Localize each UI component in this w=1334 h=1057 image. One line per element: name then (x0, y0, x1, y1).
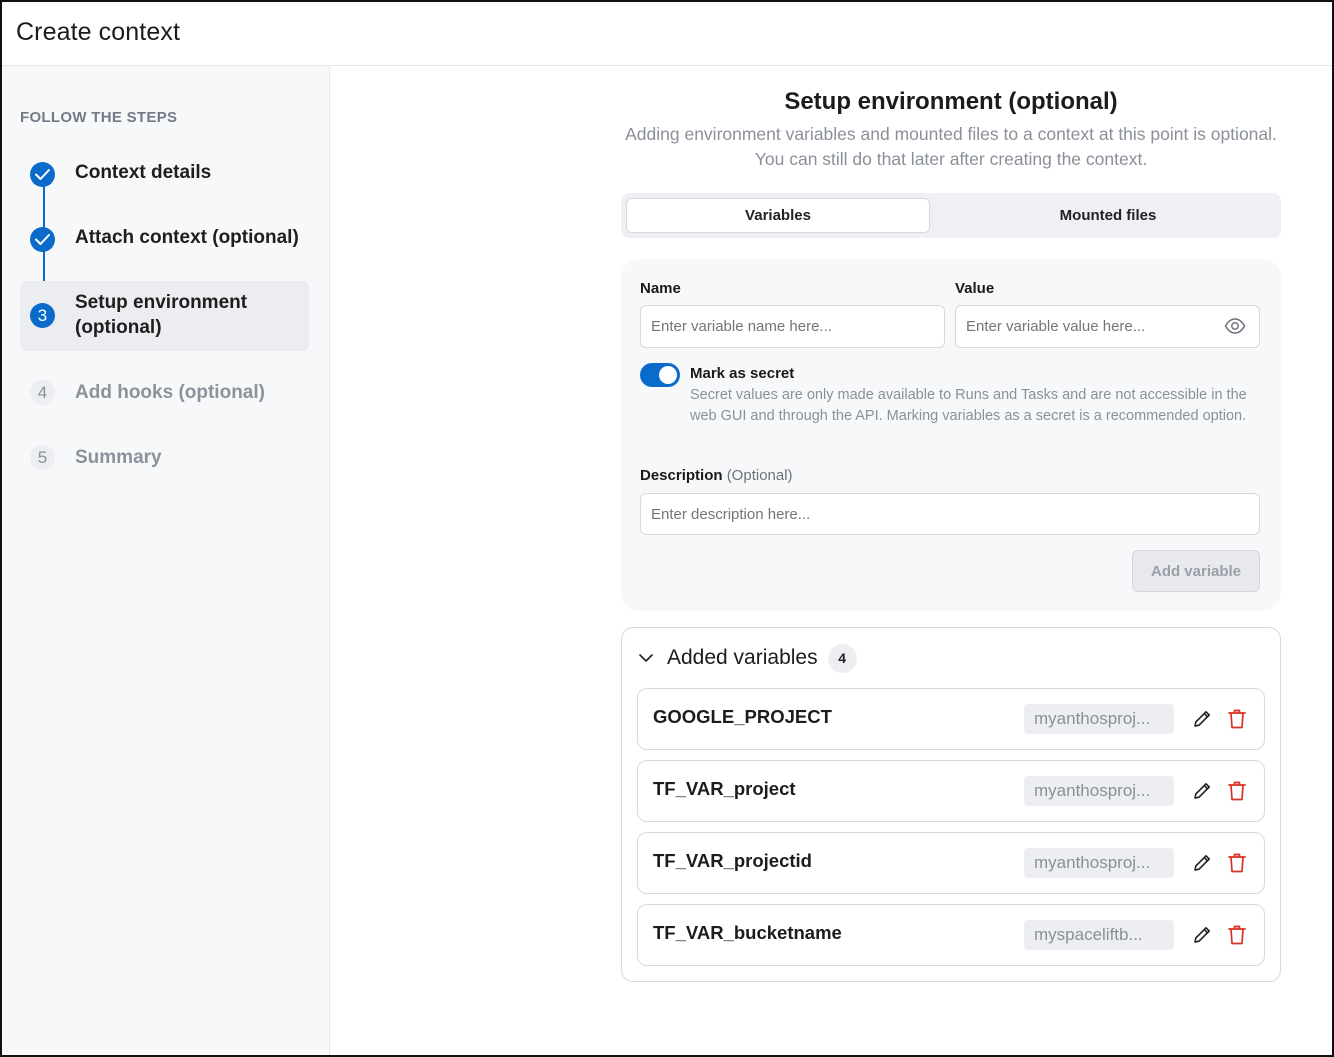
tab-variables[interactable]: Variables (626, 198, 930, 233)
eye-icon[interactable] (1224, 317, 1246, 335)
added-variables-header[interactable]: Added variables 4 (638, 643, 857, 673)
step-label: Add hooks (optional) (75, 382, 265, 403)
step-context-details[interactable]: Context details (20, 158, 309, 190)
section-subtitle: Adding environment variables and mounted… (625, 124, 1277, 169)
variable-value: myanthosproj... (1024, 776, 1174, 806)
added-variables-panel: Added variables 4 GOOGLE_PROJECT myantho… (621, 627, 1281, 982)
description-input[interactable] (640, 493, 1260, 535)
main-content: Setup environment (optional) Adding envi… (331, 66, 1332, 1055)
pencil-icon[interactable] (1191, 707, 1213, 731)
page-title: Create context (16, 18, 180, 46)
value-label: Value (955, 280, 995, 297)
add-variable-form: Name Value Mark as secret Secret values … (621, 259, 1281, 611)
step-setup-environment[interactable]: 3 Setup environment (optional) (20, 281, 309, 351)
step-add-hooks[interactable]: 4 Add hooks (optional) (20, 378, 309, 410)
variable-row: GOOGLE_PROJECT myanthosproj... (637, 688, 1265, 750)
mark-as-secret-label: Mark as secret (690, 365, 795, 382)
check-icon (30, 162, 55, 187)
step-label: Context details (75, 162, 212, 183)
trash-icon[interactable] (1226, 707, 1248, 731)
steps-heading: FOLLOW THE STEPS (20, 109, 178, 126)
toggle-knob (659, 366, 677, 384)
name-label: Name (640, 280, 681, 297)
variable-name-input[interactable] (640, 305, 945, 348)
added-variables-title: Added variables (667, 646, 818, 669)
top-bar: Create context (2, 2, 1332, 66)
variable-value: myanthosproj... (1024, 704, 1174, 734)
trash-icon[interactable] (1226, 779, 1248, 803)
variable-value-input[interactable] (955, 305, 1260, 348)
step-number: 5 (30, 445, 55, 470)
tab-mounted-files[interactable]: Mounted files (943, 198, 1273, 233)
variable-row: TF_VAR_projectid myanthosproj... (637, 832, 1265, 894)
pencil-icon[interactable] (1191, 851, 1213, 875)
variable-value: myanthosproj... (1024, 848, 1174, 878)
add-variable-button[interactable]: Add variable (1132, 550, 1260, 592)
variable-name: TF_VAR_project (653, 778, 796, 799)
tab-bar: Variables Mounted files (621, 193, 1281, 238)
value-field-wrapper (955, 305, 1260, 348)
mark-as-secret-toggle[interactable] (640, 363, 680, 387)
variable-value: myspaceliftb... (1024, 920, 1174, 950)
steps-sidebar: FOLLOW THE STEPS Context details Attach … (2, 66, 330, 1055)
pencil-icon[interactable] (1191, 923, 1213, 947)
optional-hint: (Optional) (726, 467, 793, 484)
trash-icon[interactable] (1226, 923, 1248, 947)
trash-icon[interactable] (1226, 851, 1248, 875)
step-number: 3 (30, 303, 55, 328)
section-title: Setup environment (optional) (784, 88, 1118, 115)
description-label-text: Description (640, 467, 723, 484)
chevron-down-icon (639, 654, 653, 662)
variables-count-badge: 4 (827, 643, 857, 673)
pencil-icon[interactable] (1191, 779, 1213, 803)
check-icon (30, 227, 55, 252)
step-summary[interactable]: 5 Summary (20, 443, 309, 475)
step-label: Attach context (optional) (75, 227, 299, 248)
step-number: 4 (30, 380, 55, 405)
variable-name: TF_VAR_projectid (653, 850, 812, 871)
create-context-window: Create context FOLLOW THE STEPS Context … (0, 0, 1334, 1057)
step-label: Setup environment (optional) (75, 292, 248, 338)
variable-name: GOOGLE_PROJECT (653, 706, 832, 727)
step-label: Summary (75, 447, 162, 468)
variable-row: TF_VAR_bucketname myspaceliftb... (637, 904, 1265, 966)
description-label: Description (Optional) (640, 467, 793, 484)
variable-row: TF_VAR_project myanthosproj... (637, 760, 1265, 822)
step-attach-context[interactable]: Attach context (optional) (20, 223, 309, 255)
secret-description: Secret values are only made available to… (690, 387, 1247, 424)
variable-name: TF_VAR_bucketname (653, 922, 842, 943)
